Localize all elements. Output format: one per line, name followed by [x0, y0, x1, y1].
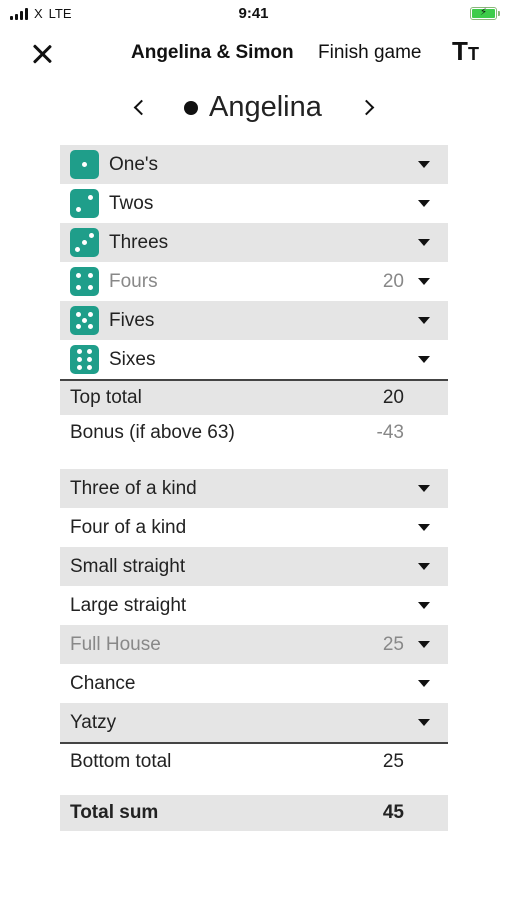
nav-bar: Angelina & Simon Finish game TT — [0, 32, 507, 76]
score-row-label: Chance — [70, 672, 136, 694]
score-row-label: Large straight — [70, 594, 187, 616]
chevron-left-icon[interactable] — [128, 96, 152, 120]
die-six-icon — [70, 345, 99, 374]
score-row-label: Yatzy — [70, 711, 117, 733]
game-title: Angelina & Simon — [131, 42, 294, 63]
score-row-label: Fours — [109, 270, 158, 292]
bottom-total-row: Bottom total 25 — [60, 744, 448, 780]
dropdown-caret-icon[interactable] — [418, 278, 430, 285]
dropdown-caret-icon[interactable] — [418, 719, 430, 726]
die-one-icon — [70, 150, 99, 179]
score-row-label: Threes — [109, 231, 169, 253]
score-row-threes[interactable]: Threes — [60, 223, 448, 262]
player-switcher: Angelina — [0, 86, 507, 130]
bonus-label: Bonus (if above 63) — [70, 422, 235, 443]
score-row-label: Sixes — [109, 348, 156, 370]
score-row-label: Fives — [109, 309, 155, 331]
top-total-value: 20 — [382, 387, 404, 408]
bonus-value: -43 — [376, 422, 404, 443]
battery-charging-icon: ⚡ — [470, 7, 500, 20]
top-total-label: Top total — [70, 387, 142, 408]
score-row-label: Full House — [70, 633, 161, 655]
score-row-fours[interactable]: Fours 20 — [60, 262, 448, 301]
score-row-large-straight[interactable]: Large straight — [60, 586, 448, 625]
score-row-three-of-a-kind[interactable]: Three of a kind — [60, 469, 448, 508]
total-sum-label: Total sum — [70, 802, 159, 823]
score-row-full-house[interactable]: Full House 25 — [60, 625, 448, 664]
status-time: 9:41 — [238, 5, 269, 22]
status-bar: X LTE 9:41 ⚡ — [0, 0, 507, 28]
score-row-value: 20 — [382, 270, 404, 292]
bottom-total-label: Bottom total — [70, 751, 172, 772]
finish-game-button[interactable]: Finish game — [318, 42, 422, 64]
score-row-chance[interactable]: Chance — [60, 664, 448, 703]
player-indicator-dot — [184, 101, 198, 115]
chevron-right-icon[interactable] — [358, 96, 382, 120]
total-sum-value: 45 — [382, 802, 404, 823]
score-row-ones[interactable]: One's — [60, 145, 448, 184]
bonus-row: Bonus (if above 63) -43 — [60, 415, 448, 451]
text-size-icon[interactable]: TT — [450, 36, 486, 66]
dropdown-caret-icon[interactable] — [418, 602, 430, 609]
score-row-value: 25 — [382, 633, 404, 655]
total-sum-row: Total sum 45 — [60, 795, 448, 831]
dropdown-caret-icon[interactable] — [418, 563, 430, 570]
dropdown-caret-icon[interactable] — [418, 356, 430, 363]
score-row-label: Four of a kind — [70, 516, 187, 538]
score-row-fives[interactable]: Fives — [60, 301, 448, 340]
score-row-label: Small straight — [70, 555, 186, 577]
dropdown-caret-icon[interactable] — [418, 200, 430, 207]
dropdown-caret-icon[interactable] — [418, 485, 430, 492]
score-row-label: Three of a kind — [70, 477, 197, 499]
close-icon[interactable] — [26, 38, 58, 70]
score-row-yatzy[interactable]: Yatzy — [60, 703, 448, 742]
dropdown-caret-icon[interactable] — [418, 161, 430, 168]
player-name: Angelina — [209, 91, 322, 123]
die-two-icon — [70, 189, 99, 218]
dropdown-caret-icon[interactable] — [418, 680, 430, 687]
dropdown-caret-icon[interactable] — [418, 524, 430, 531]
die-four-icon — [70, 267, 99, 296]
score-row-label: One's — [109, 153, 159, 175]
dropdown-caret-icon[interactable] — [418, 641, 430, 648]
dropdown-caret-icon[interactable] — [418, 317, 430, 324]
die-five-icon — [70, 306, 99, 335]
score-row-label: Twos — [109, 192, 154, 214]
score-row-four-of-a-kind[interactable]: Four of a kind — [60, 508, 448, 547]
bottom-total-value: 25 — [382, 751, 404, 772]
score-row-small-straight[interactable]: Small straight — [60, 547, 448, 586]
top-total-row: Top total 20 — [60, 381, 448, 415]
die-three-icon — [70, 228, 99, 257]
score-table: One's Twos Threes Fours 20 Fives Sixes T… — [60, 145, 448, 831]
score-row-sixes[interactable]: Sixes — [60, 340, 448, 379]
score-row-twos[interactable]: Twos — [60, 184, 448, 223]
dropdown-caret-icon[interactable] — [418, 239, 430, 246]
